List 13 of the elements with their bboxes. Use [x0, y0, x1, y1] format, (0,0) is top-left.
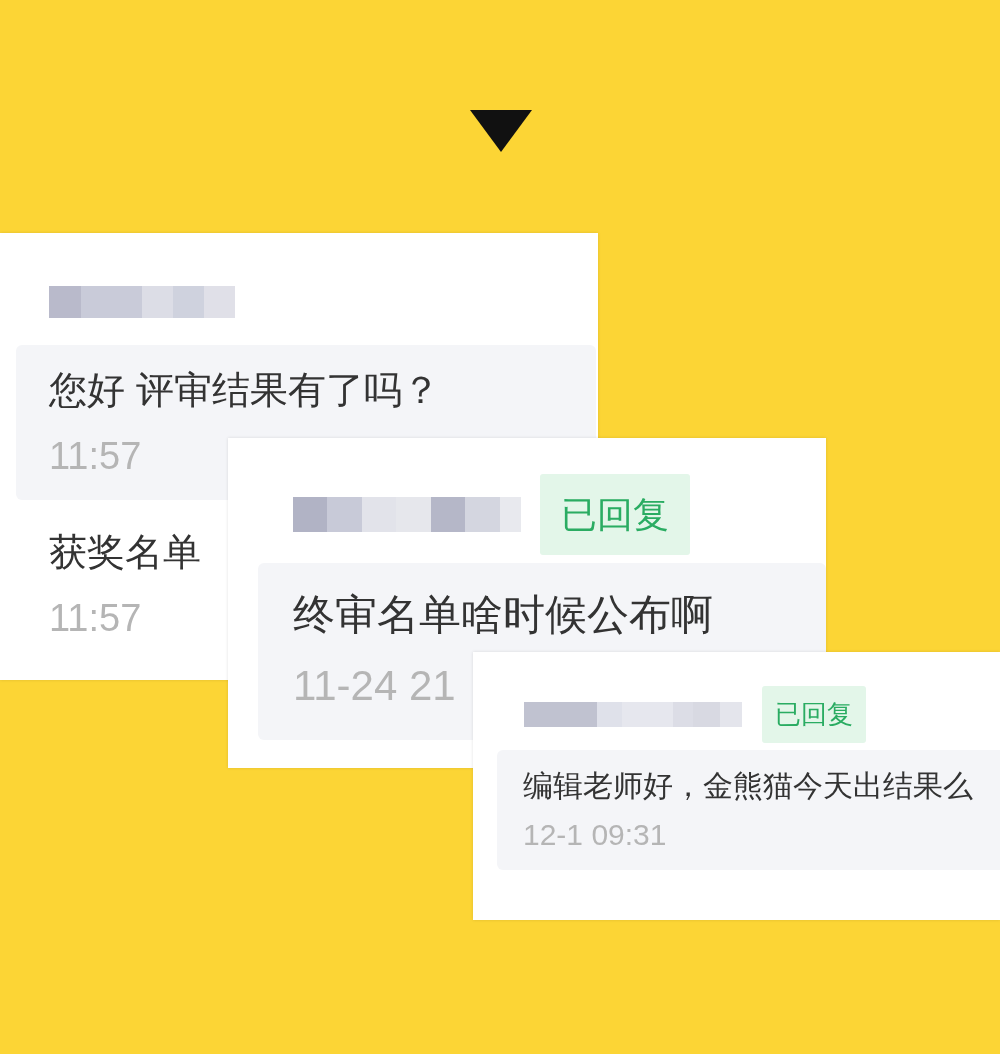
message-item[interactable]: 编辑老师好，金熊猫今天出结果么 12-1 09:31	[497, 750, 1000, 870]
message-time: 11:57	[49, 434, 142, 479]
message-time: 11-24 21	[293, 661, 456, 711]
status-badge: 已回复	[540, 474, 690, 555]
message-text: 您好 评审结果有了吗？	[49, 368, 440, 413]
down-triangle-icon	[470, 110, 532, 152]
status-badge: 已回复	[762, 686, 866, 743]
message-text: 获奖名单	[49, 530, 201, 575]
message-text: 终审名单啥时候公布啊	[293, 590, 713, 640]
message-time: 12-1 09:31	[523, 817, 667, 853]
message-time: 11:57	[49, 596, 142, 641]
message-text: 编辑老师好，金熊猫今天出结果么	[523, 768, 973, 804]
message-item[interactable]: 获奖名单 11:57	[16, 507, 209, 662]
